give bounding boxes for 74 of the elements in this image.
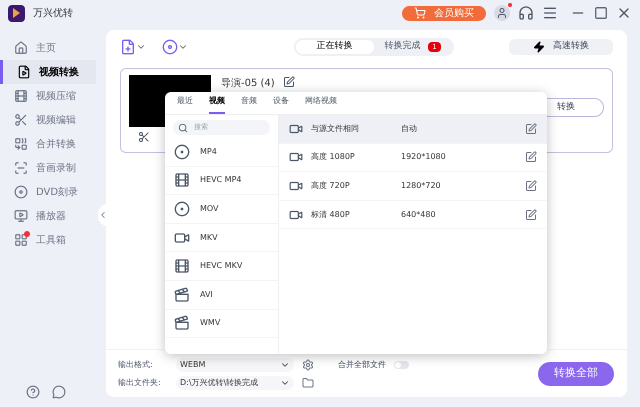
format-tab[interactable]: 设备 xyxy=(273,95,289,114)
add-disc-button[interactable] xyxy=(162,39,188,55)
edit-icon[interactable] xyxy=(525,180,537,192)
status-tab[interactable]: 正在转换 xyxy=(296,40,374,54)
merge-toggle[interactable] xyxy=(394,360,409,368)
format-item[interactable]: MKV xyxy=(165,224,278,252)
fast-convert-button[interactable]: 高速转换 xyxy=(509,39,613,55)
scissors-icon[interactable] xyxy=(138,131,150,143)
window-title: 万兴优转 xyxy=(33,6,73,20)
folder-icon[interactable] xyxy=(302,376,314,388)
film-icon xyxy=(174,258,190,274)
sidebar-item[interactable]: 工具箱 xyxy=(0,228,96,252)
file-title: 导演-05 (4) xyxy=(221,76,275,91)
disc-icon xyxy=(174,200,190,217)
disc-icon xyxy=(162,39,178,55)
monitor-play-icon xyxy=(14,209,28,223)
sidebar-item[interactable]: 合并转换 xyxy=(0,132,96,156)
add-file-icon xyxy=(120,39,136,55)
cart-icon xyxy=(414,7,426,19)
sidebar-item[interactable]: 视频编辑 xyxy=(0,108,96,132)
settings-icon[interactable] xyxy=(302,358,314,370)
merge-label: 合并全部文件 xyxy=(338,358,386,370)
output-folder-label: 输出文件夹: xyxy=(118,376,162,388)
collapse-handle[interactable] xyxy=(98,204,108,226)
menu-icon[interactable] xyxy=(542,5,558,21)
sidebar-item[interactable]: 视频压缩 xyxy=(0,84,96,108)
edit-icon[interactable] xyxy=(282,76,295,88)
sidebar-item[interactable]: 主页 xyxy=(0,36,96,60)
video-file-icon xyxy=(17,65,31,79)
format-tab[interactable]: 网络视频 xyxy=(305,95,337,114)
format-item[interactable]: WMV xyxy=(165,310,278,338)
merge-icon xyxy=(14,137,28,151)
format-tab[interactable]: 视频 xyxy=(209,95,225,114)
disc-icon xyxy=(14,185,28,199)
lightning-icon xyxy=(533,41,545,53)
search-icon xyxy=(178,122,188,132)
format-dropdown[interactable]: WEBM xyxy=(176,358,294,372)
format-item[interactable]: HEVC MP4 xyxy=(165,166,278,196)
clapperboard-icon xyxy=(174,315,190,332)
preset-row[interactable]: 高度 720P 1280*720 xyxy=(279,172,547,201)
format-item[interactable]: MP4 xyxy=(165,138,278,167)
convert-all-button[interactable]: 转换全部 xyxy=(538,362,614,386)
app-logo-icon xyxy=(8,4,25,22)
format-item[interactable]: HEVC MKV xyxy=(165,252,278,281)
scissors-icon xyxy=(14,113,28,127)
output-format-label: 输出格式: xyxy=(118,358,154,370)
preset-row[interactable]: 高度 1080P 1920*1080 xyxy=(279,144,547,172)
disc-icon xyxy=(174,144,190,160)
edit-icon[interactable] xyxy=(525,208,537,221)
sidebar-item[interactable]: 视频转换 xyxy=(0,60,96,84)
sidebar-item[interactable]: DVD刻录 xyxy=(0,180,96,204)
film-icon xyxy=(174,172,190,188)
user-icon[interactable] xyxy=(494,5,510,21)
headset-icon[interactable] xyxy=(518,5,534,21)
clapperboard-icon xyxy=(174,286,190,303)
preset-row[interactable]: 标清 480P 640*480 xyxy=(279,200,547,230)
format-item[interactable]: AVI xyxy=(165,280,278,310)
folder-dropdown[interactable]: D:\万兴优转\转换完成 xyxy=(176,376,294,390)
scan-frame-icon xyxy=(14,161,28,175)
grid-icon xyxy=(14,233,28,247)
feedback-icon[interactable] xyxy=(52,385,66,399)
edit-icon[interactable] xyxy=(525,151,537,164)
sidebar-item[interactable]: 音画录制 xyxy=(0,156,96,180)
home-icon xyxy=(14,41,28,55)
format-tab[interactable]: 音频 xyxy=(241,95,257,114)
help-icon[interactable] xyxy=(26,385,40,399)
add-file-button[interactable] xyxy=(120,39,146,55)
maximize-icon[interactable] xyxy=(594,6,608,20)
film-icon xyxy=(14,89,28,103)
format-tab[interactable]: 最近 xyxy=(177,95,193,114)
sidebar-item[interactable]: 播放器 xyxy=(0,204,96,228)
format-item[interactable]: MOV xyxy=(165,195,278,224)
preset-row[interactable]: 与源文件相同 自动 xyxy=(279,115,547,144)
edit-icon[interactable] xyxy=(525,122,537,135)
